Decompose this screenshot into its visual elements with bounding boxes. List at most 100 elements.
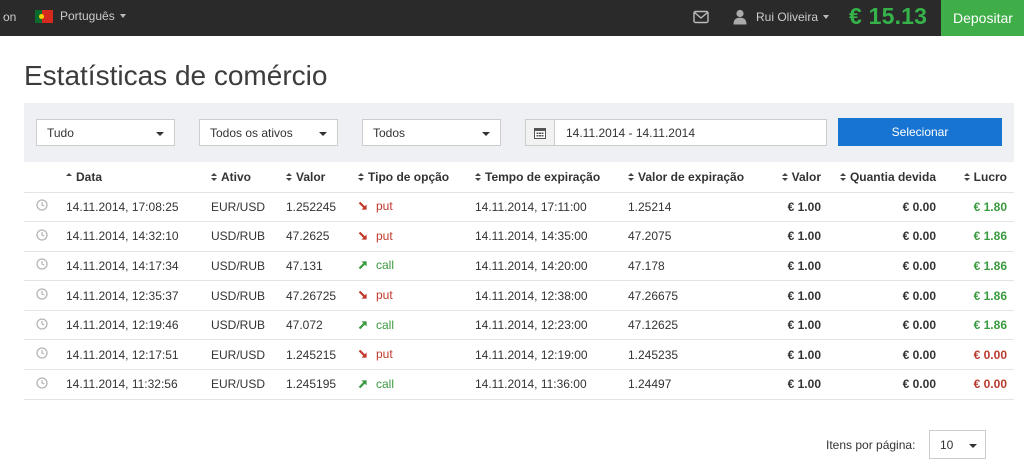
cell-amount: € 1.00 [763,192,828,223]
cell-option-type: call [358,251,475,282]
option-type-label: put [376,199,393,214]
clock-icon [24,339,66,371]
cell-value: 1.245195 [286,369,358,400]
cell-profit: € 1.86 [943,251,1014,282]
user-menu[interactable]: Rui Oliveira [733,9,830,25]
cell-date: 14.11.2014, 12:19:46 [66,310,211,341]
sort-asc-icon [66,172,73,182]
sort-icon [781,172,789,182]
cell-value: 47.26725 [286,280,358,311]
cell-profit: € 1.80 [943,192,1014,223]
top-navbar: on Português Rui Oliveira € 15.13 Deposi… [0,0,1024,36]
table-row: 14.11.2014, 14:32:10 USD/RUB 47.2625 put 14.… [24,221,1014,252]
cell-option-type: call [358,310,475,341]
arrow-up-right-icon [358,320,372,330]
header-asset[interactable]: Ativo [211,162,286,193]
header-expiry-value[interactable]: Valor de expiração [628,162,763,193]
nav-edge-text[interactable]: on [3,10,16,24]
filter-panel: Tudo Todos os ativos Todos 14.11.2014 - … [24,103,1014,162]
header-profit[interactable]: Lucro [943,162,1014,193]
cell-profit: € 1.86 [943,221,1014,252]
table-row: 14.11.2014, 14:17:34 USD/RUB 47.131 call 14.… [24,251,1014,282]
header-icon-col [24,162,66,193]
cell-value: 47.131 [286,251,358,282]
header-option-type-label: Tipo de opção [368,169,450,184]
header-value[interactable]: Valor [286,162,358,193]
cell-asset: EUR/USD [211,192,286,223]
header-expiry-time-label: Tempo de expiração [485,169,601,184]
portugal-flag-icon [35,9,53,23]
header-owed-label: Quantia devida [849,169,936,184]
cell-asset: EUR/USD [211,339,286,371]
header-profit-label: Lucro [973,169,1007,184]
cell-expiry-time: 14.11.2014, 12:19:00 [475,339,628,371]
cell-expiry-value: 47.26675 [628,280,763,311]
status-filter-select[interactable]: Todos [362,119,501,146]
cell-date: 14.11.2014, 17:08:25 [66,192,211,223]
clock-icon [24,369,66,400]
chevron-down-icon [482,132,490,136]
per-page-select[interactable]: 10 [929,430,986,459]
sort-icon [839,172,847,182]
status-filter-value: Todos [373,126,406,140]
sort-icon [358,172,365,182]
type-filter-select[interactable]: Tudo [36,119,175,146]
cell-owed: € 0.00 [828,251,943,282]
cell-expiry-time: 14.11.2014, 14:35:00 [475,221,628,252]
chevron-down-icon [823,15,830,19]
cell-expiry-value: 1.25214 [628,192,763,223]
cell-option-type: put [358,221,475,252]
cell-expiry-value: 1.24497 [628,369,763,400]
table-header-row: Data Ativo Valor Tipo de opção Tempo de … [24,162,1014,193]
table-row: 14.11.2014, 11:32:56 EUR/USD 1.245195 call 1… [24,369,1014,400]
cell-expiry-time: 14.11.2014, 11:36:00 [475,369,628,400]
table-row: 14.11.2014, 17:08:25 EUR/USD 1.252245 put 14… [24,192,1014,223]
cell-expiry-value: 47.12625 [628,310,763,341]
cell-owed: € 0.00 [828,339,943,371]
cell-value: 47.2625 [286,221,358,252]
option-type-label: put [376,228,393,243]
per-page-label: Itens por página: [826,438,916,452]
table-row: 14.11.2014, 12:35:37 USD/RUB 47.26725 put 14… [24,280,1014,311]
header-date[interactable]: Data [66,162,211,193]
cell-owed: € 0.00 [828,369,943,400]
date-range-picker[interactable]: 14.11.2014 - 14.11.2014 [525,119,827,146]
account-balance: € 15.13 [849,3,928,29]
asset-filter-select[interactable]: Todos os ativos [199,119,338,146]
header-amount-label: Valor [791,169,821,184]
select-button[interactable]: Selecionar [838,118,1002,146]
cell-option-type: put [358,280,475,311]
calendar-icon[interactable] [526,120,555,145]
language-label: Português [60,9,115,23]
cell-amount: € 1.00 [763,339,828,371]
cell-value: 47.072 [286,310,358,341]
cell-asset: USD/RUB [211,280,286,311]
table-row: 14.11.2014, 12:17:51 EUR/USD 1.245215 put 14… [24,339,1014,371]
clock-icon [24,310,66,341]
cell-amount: € 1.00 [763,280,828,311]
cell-option-type: put [358,192,475,223]
cell-owed: € 0.00 [828,192,943,223]
cell-expiry-time: 14.11.2014, 17:11:00 [475,192,628,223]
header-expiry-time[interactable]: Tempo de expiração [475,162,628,193]
header-option-type[interactable]: Tipo de opção [358,162,475,193]
language-selector[interactable]: Português [35,9,126,23]
envelope-icon[interactable] [693,10,709,24]
header-date-label: Data [76,169,103,184]
page-title: Estatísticas de comércio [24,60,328,91]
cell-date: 14.11.2014, 12:35:37 [66,280,211,311]
cell-amount: € 1.00 [763,221,828,252]
arrow-up-right-icon [358,379,372,389]
header-owed[interactable]: Quantia devida [828,162,943,193]
header-amount[interactable]: Valor [763,162,828,193]
cell-date: 14.11.2014, 14:17:34 [66,251,211,282]
type-filter-value: Tudo [47,126,74,140]
cell-profit: € 1.86 [943,310,1014,341]
cell-amount: € 1.00 [763,310,828,341]
sort-icon [475,172,482,182]
sort-icon [963,172,971,182]
chevron-down-icon [156,132,164,136]
deposit-button[interactable]: Depositar [941,0,1024,36]
cell-amount: € 1.00 [763,369,828,400]
cell-profit: € 0.00 [943,339,1014,371]
